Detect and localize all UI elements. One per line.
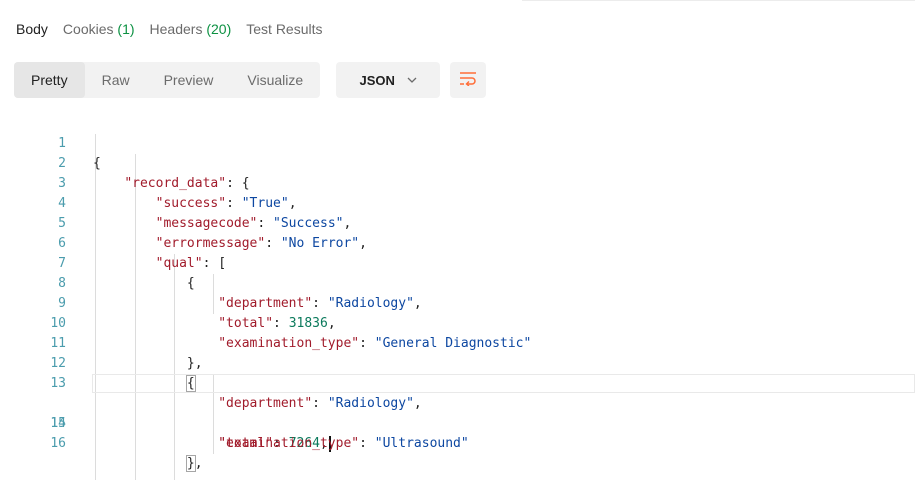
tab-cookies-count: (1) <box>117 21 135 37</box>
visualize-button[interactable]: Visualize <box>230 62 320 98</box>
code-line: 15 "examination_type": "Ultrasound" <box>0 394 915 451</box>
code-text: }, <box>185 455 203 472</box>
code-line: 8 "department": "Radiology", <box>0 254 915 311</box>
json-string: "Ultrasound" <box>374 436 469 451</box>
code-line: 2 "record_data": { <box>0 134 915 191</box>
format-select[interactable]: JSON <box>336 62 441 98</box>
pretty-button[interactable]: Pretty <box>14 62 85 98</box>
code-line: 9 "total": 31836, <box>0 274 915 331</box>
tab-body[interactable]: Body <box>16 21 48 37</box>
line-number: 16 <box>50 436 66 451</box>
tab-headers-label: Headers <box>149 21 203 37</box>
code-line: 10 "examination_type": "General Diagnost… <box>0 294 915 351</box>
chevron-down-icon <box>407 77 417 83</box>
top-divider <box>522 0 915 1</box>
code-line: 6 "qual": [ <box>0 214 915 271</box>
tab-headers[interactable]: Headers (20) <box>150 21 232 37</box>
current-line-highlight <box>92 374 915 393</box>
word-wrap-button[interactable] <box>450 62 487 98</box>
code-line: 12 { <box>0 334 915 392</box>
tab-test-results[interactable]: Test Results <box>246 21 322 37</box>
json-key: "examination_type" <box>218 436 360 451</box>
response-tabs: Body Cookies (1) Headers (20) Test Resul… <box>16 18 338 40</box>
code-line: 13 "department": "Radiology", <box>0 354 915 411</box>
preview-button[interactable]: Preview <box>147 62 231 98</box>
tab-cookies-label: Cookies <box>62 21 114 37</box>
code-line: 5 "errormessage": "No Error", <box>0 194 915 251</box>
response-body-editor[interactable]: 1 { 2 "record_data": { 3 "success": "Tru… <box>0 114 915 480</box>
code-text: "examination_type": "Ultrasound" <box>218 436 469 451</box>
word-wrap-icon <box>459 70 477 91</box>
tab-cookies[interactable]: Cookies (1) <box>63 21 135 37</box>
tab-headers-count: (20) <box>206 21 232 37</box>
code-line: 4 "messagecode": "Success", <box>0 174 915 231</box>
matched-bracket: } <box>185 455 196 472</box>
code-line: 1 { <box>0 114 915 171</box>
response-toolbar: Pretty Raw Preview Visualize JSON <box>14 62 487 98</box>
code-line: 3 "success": "True", <box>0 154 915 211</box>
format-select-value: JSON <box>359 72 395 88</box>
code-line: 7 { <box>0 234 915 291</box>
code-line-current: 14 "total": 7264, <box>0 374 915 452</box>
code-line: 11 }, <box>0 314 915 371</box>
view-mode-group: Pretty Raw Preview Visualize <box>14 62 321 98</box>
code-line: 16 }, <box>0 414 915 472</box>
raw-button[interactable]: Raw <box>85 62 147 98</box>
